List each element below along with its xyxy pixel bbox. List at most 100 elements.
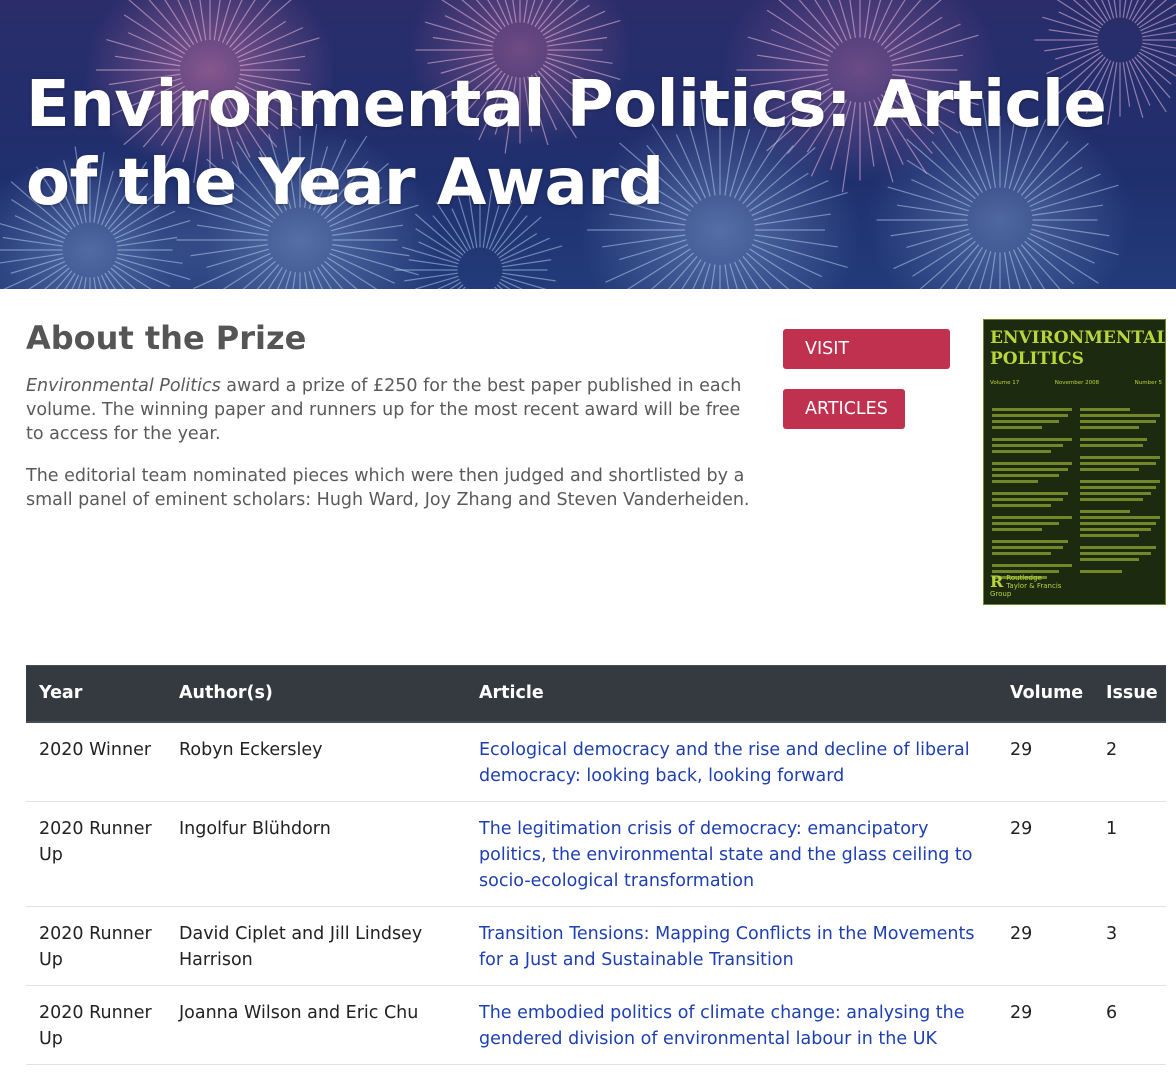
firework-streak	[749, 248, 813, 289]
cover-text-line	[1080, 438, 1148, 441]
cover-text-line	[992, 522, 1060, 525]
firework-streak	[890, 224, 968, 237]
firework-streak	[1142, 42, 1176, 49]
firework-streak	[537, 0, 565, 30]
cover-text-line	[1080, 480, 1160, 483]
article-link[interactable]: The legitimation crisis of democracy: em…	[479, 819, 972, 891]
firework-streak	[276, 269, 288, 289]
cover-text-line	[1080, 516, 1160, 519]
firework-streak	[1032, 224, 1110, 237]
firework-streak	[0, 253, 63, 264]
cover-text-line	[1080, 414, 1160, 417]
firework-streak	[222, 257, 273, 289]
firework-streak	[1140, 13, 1176, 32]
cell-volume: 29	[997, 985, 1093, 1065]
table-header: Year Author(s) Article Volume Issue	[26, 665, 1166, 723]
cover-text-line	[992, 444, 1064, 447]
article-link[interactable]: Transition Tensions: Mapping Conflicts i…	[479, 924, 974, 970]
firework-streak	[114, 55, 181, 67]
firework-streak	[501, 245, 563, 265]
cover-text-line	[1080, 570, 1122, 573]
cell-issue: 6	[1093, 985, 1166, 1065]
firework-streak	[475, 0, 503, 30]
cover-text-line	[992, 540, 1068, 543]
cover-title-line-2: POLITICS	[990, 349, 1084, 369]
cover-publisher: R Routledge Taylor & Francis Group	[990, 572, 1069, 599]
journal-name: Environmental Politics	[26, 376, 221, 396]
firework-streak	[1044, 42, 1098, 52]
cover-text-line	[992, 492, 1068, 495]
firework-streak	[213, 0, 221, 41]
firework-streak	[778, 0, 836, 50]
routledge-logo-icon: R	[990, 572, 1004, 591]
cover-title-line-1: ENVIRONMENTAL	[990, 328, 1166, 348]
header-volume: Volume	[997, 665, 1093, 723]
cover-text-line	[992, 504, 1051, 507]
table-row: 2020 Runner Up David Ciplet and Jill Lin…	[26, 906, 1166, 986]
about-description: Environmental Politics award a prize of …	[26, 374, 761, 530]
firework-streak	[692, 261, 707, 289]
firework-streak	[754, 234, 838, 248]
about-paragraph-2: The editorial team nominated pieces whic…	[26, 466, 750, 510]
cell-volume: 29	[997, 801, 1093, 907]
articles-button[interactable]: ARTICLES	[783, 389, 905, 429]
firework-streak	[496, 216, 542, 256]
firework-streak	[747, 36, 829, 62]
cover-text-line	[992, 480, 1039, 483]
cover-text-line	[1080, 558, 1139, 561]
firework-streak	[221, 0, 243, 43]
cover-text-line	[992, 552, 1051, 555]
table-header-row: Year Author(s) Article Volume Issue	[26, 665, 1166, 723]
article-link[interactable]: The embodied politics of climate change:…	[479, 1003, 965, 1049]
firework-streak	[55, 270, 73, 289]
cover-volume: Volume 17	[990, 380, 1020, 386]
header-year: Year	[26, 665, 166, 723]
firework-streak	[402, 246, 459, 265]
firework-streak	[891, 34, 979, 62]
firework-streak	[107, 270, 125, 289]
cover-text-line	[992, 420, 1060, 423]
firework-streak	[424, 21, 494, 43]
page-title: Environmental Politics: Article of the Y…	[26, 68, 1107, 220]
cover-text-line	[1080, 468, 1139, 471]
firework-streak	[0, 222, 64, 243]
cell-volume: 29	[997, 906, 1093, 986]
firework-streak	[546, 19, 621, 43]
firework-streak	[242, 260, 276, 289]
firework-streak	[332, 224, 404, 236]
cover-text-line	[1080, 486, 1156, 489]
cover-text-line	[992, 516, 1072, 519]
cover-text-line	[992, 564, 1072, 567]
firework-streak	[238, 37, 320, 63]
firework-streak	[838, 0, 852, 39]
firework-streak	[756, 54, 828, 66]
cover-text-line	[992, 408, 1072, 411]
header-authors: Author(s)	[166, 665, 466, 723]
firework-streak	[332, 244, 410, 257]
firework-streak	[229, 0, 272, 48]
header-issue: Issue	[1093, 665, 1166, 723]
firework-streak	[979, 251, 992, 289]
about-heading: About the Prize	[26, 319, 307, 357]
cell-article: Transition Tensions: Mapping Conflicts i…	[466, 906, 997, 986]
cell-issue: 3	[1093, 906, 1166, 986]
firework-streak	[1004, 252, 1011, 289]
firework-streak	[427, 53, 493, 64]
hero-banner: Environmental Politics: Article of the Y…	[0, 0, 1176, 289]
table-row: 2020 Runner Up Ingolfur Blühdorn The leg…	[26, 801, 1166, 907]
firework-streak	[547, 53, 613, 64]
cover-text-line	[992, 414, 1068, 417]
firework-streak	[954, 247, 983, 289]
cover-text-line	[992, 426, 1043, 429]
article-link[interactable]: Ecological democracy and the rise and de…	[479, 740, 970, 786]
firework-streak	[188, 0, 203, 42]
firework-streak	[1141, 22, 1176, 35]
visit-journal-button[interactable]: VISIT JOURNAL	[783, 329, 950, 399]
cover-text-line	[1080, 408, 1131, 411]
cell-authors: David Ciplet and Jill Lindsey Harrison	[166, 906, 466, 986]
cover-text-line	[1080, 534, 1139, 537]
cover-text-line	[992, 528, 1043, 531]
cover-text-line	[1080, 492, 1152, 495]
journal-cover-image[interactable]: ENVIRONMENTAL POLITICS Volume 17 Novembe…	[983, 319, 1166, 605]
firework-streak	[77, 276, 83, 289]
